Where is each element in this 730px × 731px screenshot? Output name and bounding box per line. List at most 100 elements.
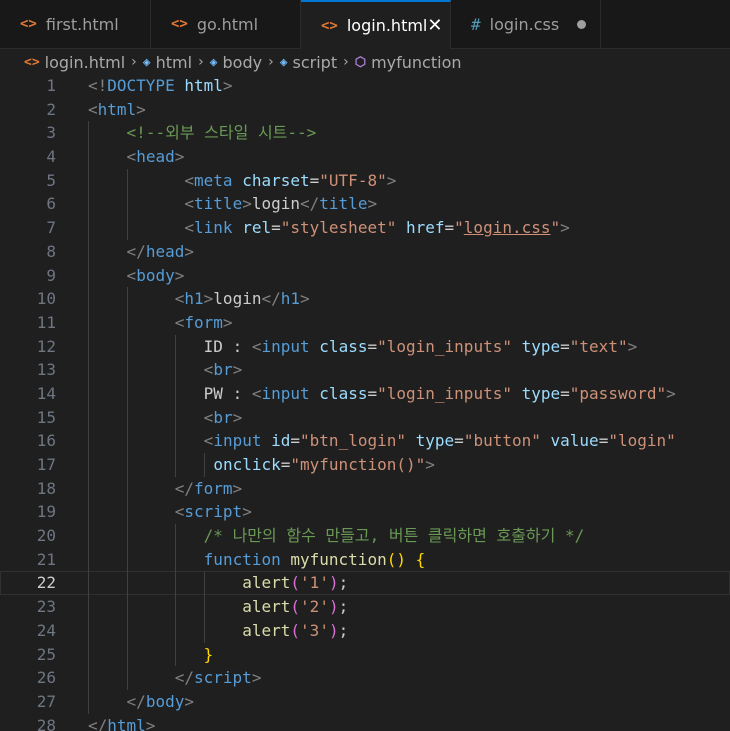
- code-line[interactable]: 22 alert('1');: [0, 571, 730, 596]
- indent-guide: [126, 595, 128, 619]
- line-number: 11: [36, 312, 56, 332]
- code-token: ): [328, 597, 339, 617]
- tab-label: first.html: [45, 14, 119, 34]
- tab-go-html[interactable]: <> go.html: [151, 0, 301, 48]
- code-line[interactable]: 9 <body>: [0, 263, 730, 288]
- tab-login-html[interactable]: <> login.html ✕: [301, 0, 451, 49]
- code-line[interactable]: 19 <script>: [0, 500, 730, 525]
- code-token: {: [415, 549, 426, 569]
- breadcrumb-item-file[interactable]: login.html: [45, 53, 126, 72]
- code-line[interactable]: 1 <!DOCTYPE html>: [0, 74, 730, 98]
- code-line[interactable]: 3 <!--외부 스타일 시트-->: [0, 121, 730, 146]
- code-token: >: [367, 194, 378, 214]
- code-token: login: [251, 194, 301, 214]
- code-line[interactable]: 6 <title>login</title>: [0, 192, 730, 217]
- code-line[interactable]: 11 <form>: [0, 310, 730, 335]
- code-token: >: [251, 668, 262, 688]
- code-line[interactable]: 21 function myfunction() {: [0, 547, 730, 572]
- code-line[interactable]: 16 <input id="btn_login" type="button" va…: [0, 429, 730, 453]
- code-token: ): [328, 620, 339, 640]
- code-token: /* 나만의 함수 만들고, 버튼 클릭하면 호출하기 */: [203, 526, 585, 546]
- code-token: >: [184, 241, 194, 261]
- indent-guide: [126, 642, 128, 667]
- code-token: >: [232, 407, 243, 427]
- breadcrumb-item-body[interactable]: body: [223, 53, 263, 72]
- code-text: <meta charset="UTF-8">: [184, 169, 396, 193]
- breadcrumb-item-script[interactable]: script: [293, 53, 338, 72]
- code-token: head: [136, 147, 175, 167]
- code-line[interactable]: 23 alert('2');: [0, 595, 730, 619]
- indent-guide: [174, 358, 176, 382]
- code-text: <script>: [175, 500, 252, 524]
- code-token: >: [222, 76, 233, 95]
- code-token: >: [242, 502, 252, 522]
- close-icon[interactable]: ✕: [427, 15, 442, 36]
- line-number: 20: [36, 526, 56, 546]
- element-icon: ◈: [279, 54, 288, 70]
- indent-guide: [88, 358, 89, 382]
- code-line[interactable]: 18 </form>: [0, 476, 730, 501]
- code-text: /* 나만의 함수 만들고, 버튼 클릭하면 호출하기 */: [204, 524, 585, 548]
- breadcrumb-item-html[interactable]: html: [156, 53, 192, 72]
- line-number: 22: [36, 573, 56, 593]
- code-token: meta: [194, 170, 233, 190]
- code-line[interactable]: 25}: [0, 642, 730, 667]
- indent-guide: [88, 453, 89, 477]
- code-line[interactable]: 24 alert('3');: [0, 618, 730, 643]
- code-line[interactable]: 17 onclick="myfunction()">: [0, 453, 730, 477]
- code-token: =: [454, 431, 464, 451]
- code-token: =: [290, 431, 301, 451]
- indent-guide: [174, 405, 176, 430]
- code-token: alert: [242, 597, 291, 617]
- code-token: type: [521, 336, 561, 356]
- unsaved-dot-icon[interactable]: [577, 19, 586, 29]
- line-number: 13: [36, 360, 56, 380]
- tab-first-html[interactable]: <> first.html: [0, 0, 151, 48]
- code-text: <link rel="stylesheet" href="login.css">: [184, 216, 569, 240]
- breadcrumb-item-myfunction[interactable]: myfunction: [371, 53, 461, 72]
- indent-guide: [88, 168, 89, 193]
- code-token: =: [367, 383, 378, 403]
- code-line[interactable]: 10 <h1>login</h1>: [0, 287, 730, 311]
- code-line[interactable]: 8 </head>: [0, 239, 730, 264]
- code-line[interactable]: 20 /* 나만의 함수 만들고, 버튼 클릭하면 호출하기 */: [0, 524, 730, 548]
- code-line[interactable]: 28 </html>: [0, 714, 730, 731]
- indent-guide: [174, 547, 176, 572]
- code-line[interactable]: 27 </body>: [0, 689, 730, 714]
- indent-guide: [126, 405, 128, 430]
- code-line[interactable]: 26 </script>: [0, 666, 730, 690]
- chevron-right-icon: ›: [198, 54, 204, 70]
- line-number: 12: [36, 336, 56, 356]
- code-token: >: [386, 170, 397, 190]
- indent-guide: [126, 287, 128, 311]
- code-line[interactable]: 4 <head>: [0, 145, 730, 169]
- tab-label: go.html: [196, 14, 259, 34]
- code-token: '1': [300, 573, 329, 593]
- tab-login-css[interactable]: # login.css: [451, 0, 601, 48]
- code-token: ;: [338, 620, 349, 640]
- code-token: =: [309, 170, 320, 190]
- code-line[interactable]: 13 <br>: [0, 358, 730, 382]
- code-text: }: [204, 643, 214, 667]
- code-token: input: [213, 431, 262, 451]
- code-text: </html>: [88, 714, 155, 731]
- code-line[interactable]: 14 PW : <input class="login_inputs" type=…: [0, 381, 730, 406]
- code-token: input: [261, 383, 310, 403]
- code-text: <body>: [127, 264, 185, 288]
- code-line[interactable]: 12 ID : <input class="login_inputs" type=…: [0, 334, 730, 359]
- code-line[interactable]: 15 <br>: [0, 405, 730, 430]
- code-token: (): [386, 549, 406, 569]
- code-line[interactable]: 7 <link rel="stylesheet" href="login.css"…: [0, 216, 730, 240]
- code-token: </: [174, 478, 195, 498]
- code-text: PW : <input class="login_inputs" type="p…: [204, 382, 676, 406]
- indent-guide: [126, 476, 128, 501]
- indent-guide: [126, 547, 128, 572]
- code-token: ): [328, 573, 339, 593]
- indent-guide: [203, 453, 205, 477]
- code-text: onclick="myfunction()">: [213, 453, 435, 477]
- code-editor[interactable]: 1 <!DOCTYPE html> 2 <html> 3 <!--외부 스타일 시트-->…: [0, 74, 730, 731]
- code-line[interactable]: 2 <html>: [0, 98, 730, 122]
- indent-guide: [174, 571, 176, 596]
- code-line[interactable]: 5 <meta charset="UTF-8">: [0, 168, 730, 193]
